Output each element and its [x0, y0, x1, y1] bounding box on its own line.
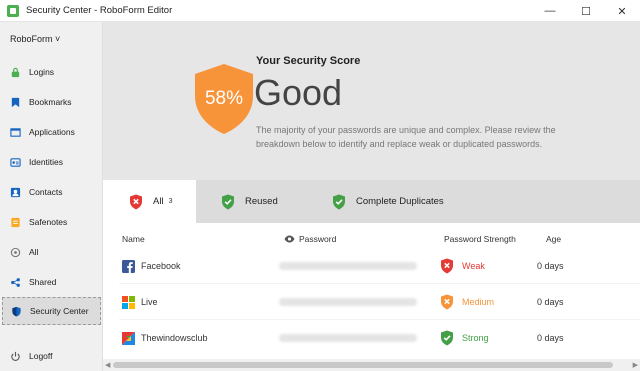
strength-cell: Weak	[440, 248, 485, 284]
tab-reused[interactable]: Reused	[221, 180, 278, 223]
bookmark-icon	[11, 97, 20, 107]
note-icon	[11, 217, 20, 227]
site-cell: Live	[122, 284, 158, 320]
masked-password	[279, 298, 417, 306]
site-cell: Thewindowsclub	[122, 320, 208, 356]
password-cell	[279, 248, 417, 284]
table-row[interactable]: Thewindowsclub Strong 0 days	[103, 320, 640, 356]
window-title: Security Center - RoboForm Editor	[26, 5, 173, 16]
contact-icon	[10, 187, 21, 197]
scroll-thumb[interactable]	[113, 362, 613, 368]
sidebar-item-shared[interactable]: Shared	[2, 268, 101, 296]
share-icon	[11, 277, 20, 287]
eye-icon[interactable]	[284, 235, 295, 243]
sidebar-item-logins[interactable]: Logins	[2, 58, 101, 86]
table-header: Name Password Password Strength Age	[103, 230, 640, 248]
logoff-button[interactable]: Logoff	[2, 342, 101, 370]
roboform-menu-dropdown[interactable]: RoboForm ˅	[10, 34, 60, 44]
sidebar-item-applications[interactable]: Applications	[2, 118, 101, 146]
sidebar-item-contacts[interactable]: Contacts	[2, 178, 101, 206]
lock-icon	[11, 67, 20, 77]
sidebar-item-identities[interactable]: Identities	[2, 148, 101, 176]
sidebar-item-all[interactable]: All	[2, 238, 101, 266]
shield-check-icon	[333, 194, 345, 209]
scroll-right-arrow-icon[interactable]: ▶	[633, 361, 638, 369]
site-name: Thewindowsclub	[141, 333, 208, 343]
site-name: Live	[141, 297, 158, 307]
window-icon	[10, 127, 21, 137]
maximize-button[interactable]: ☐	[568, 0, 604, 22]
table-row[interactable]: Facebook Weak 0 days	[103, 248, 640, 284]
column-name[interactable]: Name	[122, 234, 145, 244]
minimize-button[interactable]: —	[532, 0, 568, 22]
sidebar-item-label: Bookmarks	[29, 97, 72, 107]
strength-cell: Strong	[440, 320, 489, 356]
column-age[interactable]: Age	[546, 234, 561, 244]
all-icon	[10, 247, 21, 257]
tab-complete-duplicates[interactable]: Complete Duplicates	[332, 180, 444, 223]
age-cell: 0 days	[537, 333, 564, 343]
masked-password	[279, 262, 417, 270]
tab-all[interactable]: All 3	[103, 180, 196, 223]
site-name: Facebook	[141, 261, 181, 271]
shield-x-icon	[441, 294, 453, 310]
strength-label: Weak	[462, 261, 485, 271]
window-controls: — ☐ ✕	[532, 0, 640, 22]
strength-label: Strong	[462, 333, 489, 343]
sidebar-item-label: Safenotes	[29, 217, 68, 227]
shield-icon	[12, 306, 21, 317]
security-score-panel: 58% Your Security Score Good The majorit…	[103, 22, 640, 180]
tab-label: Reused	[245, 196, 278, 207]
close-button[interactable]: ✕	[604, 0, 640, 22]
sidebar-item-label: Shared	[29, 277, 57, 287]
score-rating: Good	[254, 72, 343, 113]
sidebar-item-label: Security Center	[30, 306, 89, 316]
shield-check-icon	[222, 194, 234, 209]
thewindowsclub-icon	[122, 331, 135, 345]
sidebar-item-bookmarks[interactable]: Bookmarks	[2, 88, 101, 116]
column-strength[interactable]: Password Strength	[444, 234, 516, 244]
shield-check-icon	[441, 330, 453, 346]
title-bar: Security Center - RoboForm Editor — ☐ ✕	[0, 0, 640, 22]
password-cell	[279, 320, 417, 356]
tab-label: All	[153, 196, 164, 207]
column-password[interactable]: Password	[284, 234, 336, 244]
roboform-app-icon	[7, 4, 19, 17]
id-card-icon	[10, 157, 21, 167]
masked-password	[279, 334, 417, 342]
sidebar-item-safenotes[interactable]: Safenotes	[2, 208, 101, 236]
power-icon	[11, 351, 20, 361]
sidebar-item-label: Applications	[29, 127, 75, 137]
horizontal-scrollbar[interactable]: ◀ ▶	[103, 359, 640, 371]
sidebar-item-label: Logins	[29, 67, 55, 77]
logoff-label: Logoff	[29, 351, 53, 361]
sidebar-item-security-center[interactable]: Security Center	[2, 297, 101, 325]
strength-label: Medium	[462, 297, 495, 307]
tab-label: Complete Duplicates	[356, 196, 444, 207]
shield-x-icon	[441, 258, 453, 274]
age-cell: 0 days	[537, 297, 564, 307]
sidebar-item-label: All	[29, 247, 39, 257]
site-cell: Facebook	[122, 248, 181, 284]
facebook-icon	[122, 259, 135, 273]
tab-count: 3	[168, 198, 173, 205]
strength-cell: Medium	[440, 284, 494, 320]
sidebar-item-label: Contacts	[29, 187, 63, 197]
password-cell	[279, 284, 417, 320]
windows-icon	[122, 295, 135, 309]
age-cell: 0 days	[537, 261, 564, 271]
scroll-left-arrow-icon[interactable]: ◀	[105, 361, 110, 369]
sidebar-item-label: Identities	[29, 157, 64, 167]
filter-tabs: All 3 Reused Complete Duplicates	[103, 180, 640, 223]
table-row[interactable]: Live Medium 0 days	[103, 284, 640, 320]
score-title: Your Security Score	[256, 55, 361, 67]
column-password-label: Password	[299, 234, 337, 244]
score-description: The majority of your passwords are uniqu…	[256, 125, 556, 149]
score-percent: 58%	[204, 88, 244, 109]
shield-x-icon	[130, 194, 142, 209]
sidebar: RoboForm ˅ Logins Bookmarks Applications…	[0, 22, 103, 371]
